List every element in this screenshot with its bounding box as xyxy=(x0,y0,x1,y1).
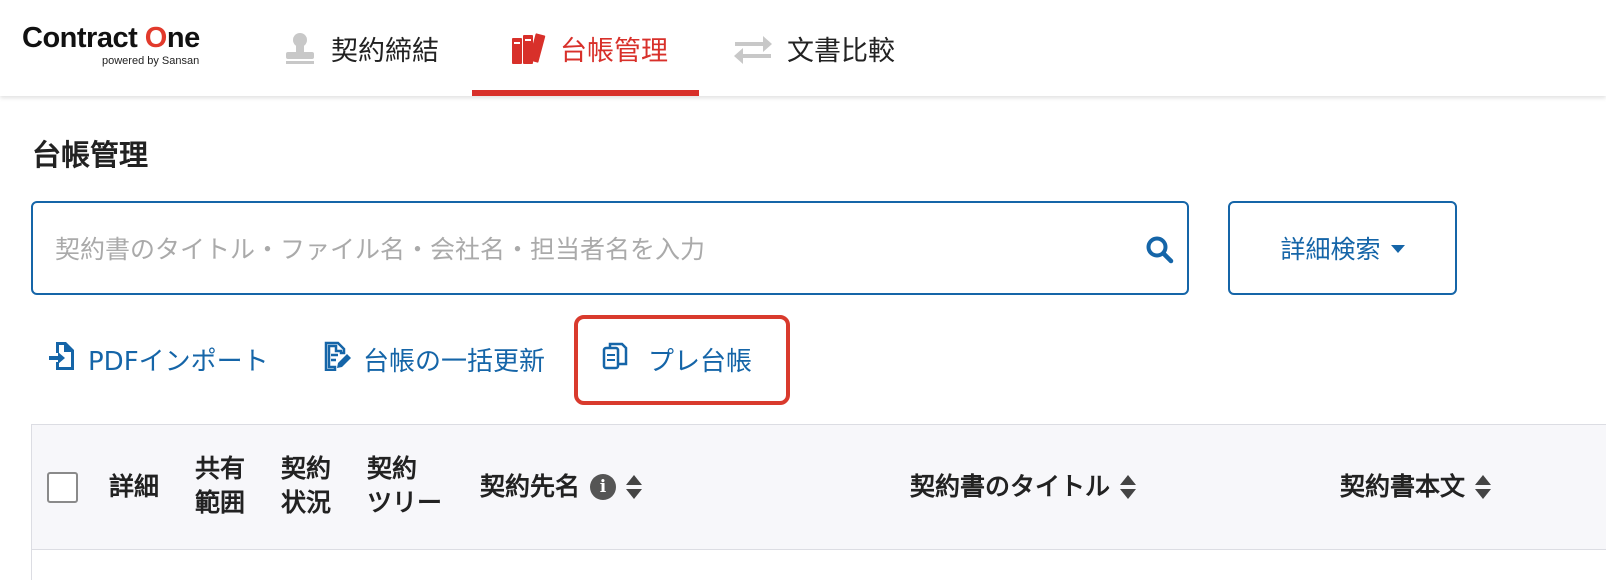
tab-contract-signing[interactable]: 契約締結 xyxy=(283,0,439,96)
table-body xyxy=(31,550,1606,580)
column-contract-status: 契約 状況 xyxy=(281,454,332,517)
column-contract-title[interactable]: 契約書のタイトル xyxy=(910,470,1137,504)
sort-icon[interactable] xyxy=(1475,474,1492,500)
column-share-scope: 共有 範囲 xyxy=(195,454,246,517)
page-title: 台帳管理 xyxy=(32,138,149,172)
tab-ledger-management[interactable]: 台帳管理 xyxy=(510,0,668,96)
select-all-checkbox[interactable] xyxy=(47,472,78,503)
search-icon[interactable] xyxy=(1145,235,1175,265)
tab-label: 台帳管理 xyxy=(560,35,668,67)
copy-documents-icon xyxy=(602,341,628,378)
advanced-search-button[interactable]: 詳細検索 xyxy=(1228,201,1457,295)
top-header: Contract One powered by Sansan 契約締結 台帳管理 xyxy=(0,0,1606,96)
info-icon[interactable]: i xyxy=(590,474,617,500)
file-edit-icon xyxy=(323,341,351,378)
compare-arrows-icon xyxy=(733,31,773,65)
search-input[interactable] xyxy=(55,229,1095,269)
sort-icon[interactable] xyxy=(626,474,643,500)
column-contract-tree: 契約 ツリー xyxy=(367,454,443,517)
action-label: 台帳の一括更新 xyxy=(363,346,546,377)
pre-ledger-button[interactable]: プレ台帳 xyxy=(602,330,752,388)
active-tab-indicator xyxy=(472,90,699,96)
tab-label: 契約締結 xyxy=(331,35,439,67)
action-label: PDFインポート xyxy=(88,346,269,377)
sort-icon[interactable] xyxy=(1120,474,1137,500)
stamp-icon xyxy=(283,31,317,65)
logo-wordmark: Contract One xyxy=(22,22,200,54)
bulk-update-button[interactable]: 台帳の一括更新 xyxy=(323,330,545,388)
search-box xyxy=(31,201,1189,295)
ledger-books-icon xyxy=(510,30,546,66)
file-import-icon xyxy=(48,341,76,378)
tab-document-compare[interactable]: 文書比較 xyxy=(733,0,895,96)
advanced-search-label: 詳細検索 xyxy=(1280,235,1381,264)
contract-one-logo[interactable]: Contract One powered by Sansan xyxy=(22,22,222,74)
logo-tagline: powered by Sansan xyxy=(102,55,200,67)
action-label: プレ台帳 xyxy=(648,346,753,377)
tab-label: 文書比較 xyxy=(787,35,895,67)
column-counterparty-name[interactable]: 契約先名 i xyxy=(480,470,643,504)
column-contract-body[interactable]: 契約書本文 xyxy=(1340,470,1492,504)
caret-down-icon xyxy=(1390,245,1405,253)
pdf-import-button[interactable]: PDFインポート xyxy=(48,330,269,388)
column-detail: 詳細 xyxy=(109,472,160,501)
